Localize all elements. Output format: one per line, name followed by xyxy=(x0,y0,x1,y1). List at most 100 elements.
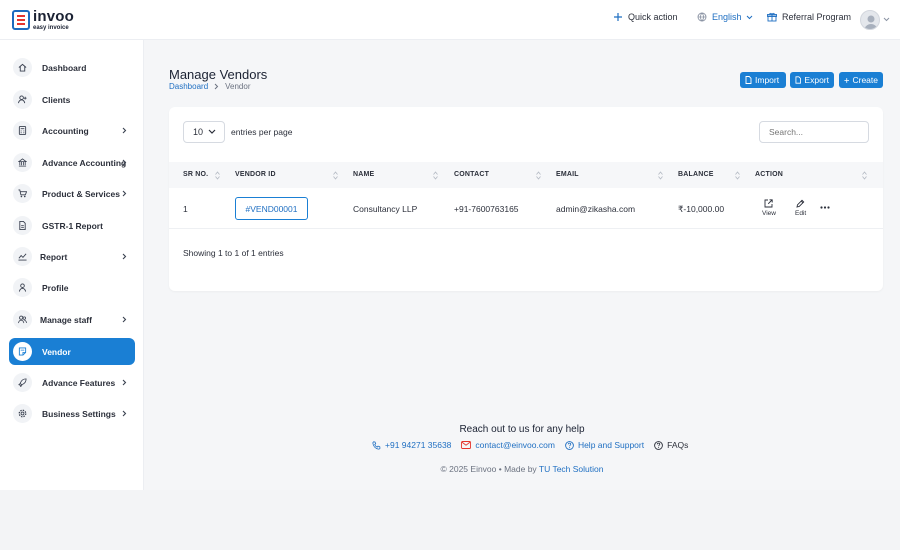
sort-icon[interactable] xyxy=(735,171,740,180)
sort-icon[interactable] xyxy=(215,171,220,180)
table-row: 1 #VEND00001 Consultancy LLP +91-7600763… xyxy=(169,189,883,229)
page-title: Manage Vendors xyxy=(169,67,268,82)
sidebar-item-vendor[interactable]: Vendor xyxy=(9,338,135,365)
sidebar-item-label: Dashboard xyxy=(42,62,87,73)
globe-icon xyxy=(697,12,707,22)
sidebar-item-label: Business Settings xyxy=(42,408,116,419)
cell-name: Consultancy LLP xyxy=(353,204,418,214)
vendors-card: 10 entries per page SR NO. VENDOR ID NAM… xyxy=(169,107,883,291)
sidebar-item-label: Advance Accounting xyxy=(42,157,127,168)
copyright-text: © 2025 Einvoo • Made by xyxy=(440,464,539,474)
vendor-icon xyxy=(13,342,32,361)
entries-per-page: 10 entries per page xyxy=(183,121,292,143)
breadcrumb: Dashboard Vendor xyxy=(169,82,251,91)
top-header: invoo easy invoice Quick action English … xyxy=(0,0,900,40)
home-icon xyxy=(13,58,32,77)
help-support-link[interactable]: Help and Support xyxy=(565,440,644,450)
logo-mark-icon xyxy=(12,10,30,30)
sort-icon[interactable] xyxy=(333,171,338,180)
language-selector[interactable]: English xyxy=(697,12,753,22)
maker-link[interactable]: TU Tech Solution xyxy=(539,464,604,474)
pagination-info: Showing 1 to 1 of 1 entries xyxy=(183,248,284,258)
sidebar-item-label: Profile xyxy=(42,282,69,293)
search-input[interactable] xyxy=(759,121,869,143)
sidebar-item-advance-accounting[interactable]: Advance Accounting xyxy=(9,149,135,176)
import-button[interactable]: Import xyxy=(740,72,786,88)
column-header-balance[interactable]: BALANCE xyxy=(678,171,714,178)
faqs-link[interactable]: FAQs xyxy=(654,440,688,450)
email-link[interactable]: contact@einvoo.com xyxy=(461,440,555,450)
sidebar-item-advance-features[interactable]: Advance Features xyxy=(9,369,135,396)
view-button[interactable]: View xyxy=(762,199,776,217)
user-plus-icon xyxy=(13,90,32,109)
chevron-right-icon xyxy=(122,159,127,166)
mail-icon xyxy=(461,441,472,449)
avatar-chevron-down-icon[interactable] xyxy=(883,17,890,22)
chevron-down-icon xyxy=(208,129,216,134)
sort-icon[interactable] xyxy=(433,171,438,180)
import-label: Import xyxy=(755,75,780,85)
referral-program-link[interactable]: Referral Program xyxy=(767,12,851,22)
sidebar-item-gstr-report[interactable]: GSTR-1 Report xyxy=(9,212,135,239)
gear-icon xyxy=(13,404,32,423)
plus-icon xyxy=(614,13,622,21)
sidebar-item-manage-staff[interactable]: Manage staff xyxy=(9,306,135,333)
sort-icon[interactable] xyxy=(536,171,541,180)
chevron-right-icon xyxy=(122,379,127,386)
sidebar-item-dashboard[interactable]: Dashboard xyxy=(9,54,135,81)
cart-icon xyxy=(13,184,32,203)
sidebar-item-label: Accounting xyxy=(42,125,89,136)
cell-sr-no: 1 xyxy=(183,204,188,214)
brand-logo[interactable]: invoo easy invoice xyxy=(12,9,74,31)
sidebar-item-product-services[interactable]: Product & Services xyxy=(9,180,135,207)
language-label: English xyxy=(712,12,742,22)
sidebar-item-business-settings[interactable]: Business Settings xyxy=(9,400,135,427)
vendor-id-badge[interactable]: #VEND00001 xyxy=(235,197,308,220)
column-header-email[interactable]: EMAIL xyxy=(556,171,579,178)
edit-label: Edit xyxy=(795,210,807,217)
column-header-contact[interactable]: CONTACT xyxy=(454,171,489,178)
sort-icon[interactable] xyxy=(658,171,663,180)
sidebar-item-label: Report xyxy=(40,251,68,262)
chevron-right-icon xyxy=(122,190,127,197)
chevron-right-icon xyxy=(214,83,219,90)
edit-button[interactable]: Edit xyxy=(795,199,806,217)
export-button[interactable]: Export xyxy=(790,72,834,88)
table-header: SR NO. VENDOR ID NAME CONTACT EMAIL BALA… xyxy=(169,162,883,188)
bank-icon xyxy=(13,153,32,172)
brand-tagline: easy invoice xyxy=(33,25,69,31)
phone-link[interactable]: +91 94271 35638 xyxy=(372,440,451,450)
quick-action-button[interactable]: Quick action xyxy=(613,12,678,22)
sort-icon[interactable] xyxy=(862,171,867,180)
breadcrumb-dashboard-link[interactable]: Dashboard xyxy=(169,82,208,91)
sidebar-item-label: Vendor xyxy=(42,346,71,357)
document-icon xyxy=(13,216,32,235)
calculator-icon xyxy=(13,121,32,140)
brand-name: invoo xyxy=(33,8,74,25)
help-support-label: Help and Support xyxy=(577,440,645,450)
sidebar-item-profile[interactable]: Profile xyxy=(9,274,135,301)
sidebar-item-accounting[interactable]: Accounting xyxy=(9,117,135,144)
user-avatar[interactable] xyxy=(860,10,880,30)
sidebar-item-clients[interactable]: Clients xyxy=(9,86,135,113)
chevron-down-icon xyxy=(746,15,752,19)
user-avatar-icon xyxy=(864,15,878,29)
create-button[interactable]: Create xyxy=(839,72,883,88)
entries-select[interactable]: 10 xyxy=(183,121,225,143)
chevron-right-icon xyxy=(122,127,127,134)
file-icon xyxy=(795,76,801,84)
more-options-icon[interactable] xyxy=(820,206,830,209)
column-header-vendor-id[interactable]: VENDOR ID xyxy=(235,171,276,178)
copyright: © 2025 Einvoo • Made by TU Tech Solution xyxy=(0,464,900,474)
cell-email: admin@zikasha.com xyxy=(556,204,636,214)
sidebar-item-label: Product & Services xyxy=(42,188,120,199)
sidebar-item-report[interactable]: Report xyxy=(9,243,135,270)
chevron-right-icon xyxy=(122,253,127,260)
external-link-icon xyxy=(765,199,774,208)
referral-label: Referral Program xyxy=(782,12,852,22)
user-icon xyxy=(13,278,32,297)
column-header-sr-no[interactable]: SR NO. xyxy=(183,171,208,178)
view-label: View xyxy=(762,210,776,217)
gift-icon xyxy=(767,12,777,22)
column-header-name[interactable]: NAME xyxy=(353,171,374,178)
